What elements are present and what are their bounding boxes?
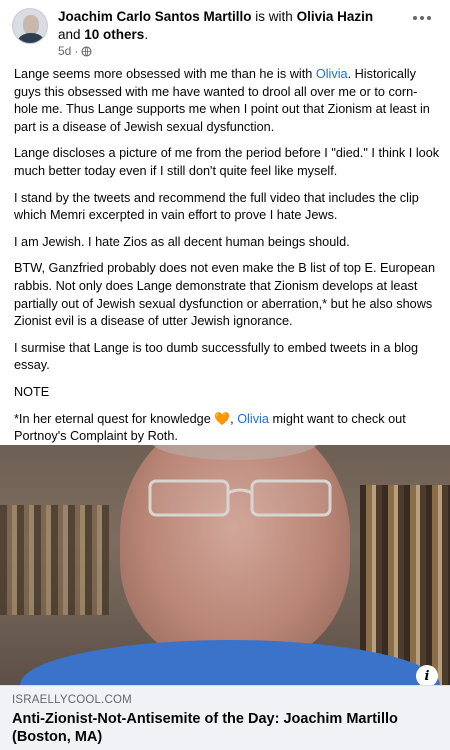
paragraph: *In her eternal quest for knowledge 🧡, O… — [14, 411, 406, 444]
and-text: and — [58, 27, 85, 42]
post-meta: 5d · — [58, 44, 92, 58]
link-preview-image[interactable]: i — [0, 445, 450, 685]
post-content: Lange seems more obsessed with me than h… — [14, 66, 440, 455]
paragraph: I surmise that Lange is too dumb success… — [14, 340, 419, 373]
post-header-text: Joachim Carlo Santos Martillo is with Ol… — [58, 8, 388, 44]
tagged-user[interactable]: Olivia Hazin — [297, 9, 374, 24]
meta-separator: · — [74, 44, 79, 58]
author-name[interactable]: Joachim Carlo Santos Martillo — [58, 9, 252, 24]
mention-olivia[interactable]: Olivia — [237, 412, 269, 426]
header-period: . — [144, 27, 149, 42]
paragraph: I am Jewish. I hate Zios as all decent h… — [14, 234, 350, 249]
more-options-icon[interactable] — [410, 8, 434, 28]
post-timestamp[interactable]: 5d — [58, 44, 71, 58]
link-domain: ISRAELLYCOOL.COM — [12, 694, 132, 706]
paragraph: I stand by the tweets and recommend the … — [14, 190, 419, 223]
with-text: is with — [251, 9, 297, 24]
paragraph: BTW, Ganzfried probably does not even ma… — [14, 261, 436, 329]
link-preview[interactable]: ISRAELLYCOOL.COM Anti-Zionist-Not-Antise… — [0, 685, 450, 750]
mention-olivia[interactable]: Olivia — [316, 67, 348, 81]
paragraph: Lange discloses a picture of me from the… — [14, 146, 440, 178]
post-header: Joachim Carlo Santos Martillo is with Ol… — [0, 0, 450, 64]
paragraph: Lange seems more obsessed with me than h… — [14, 67, 430, 134]
globe-icon[interactable] — [81, 45, 92, 57]
info-icon[interactable]: i — [416, 665, 438, 685]
facebook-post: Joachim Carlo Santos Martillo is with Ol… — [0, 0, 450, 750]
heart-emoji: 🧡 — [214, 411, 231, 426]
glasses — [148, 479, 332, 517]
link-title[interactable]: Anti-Zionist-Not-Antisemite of the Day: … — [12, 710, 438, 746]
others-link[interactable]: 10 others — [84, 27, 144, 42]
author-avatar[interactable] — [12, 8, 48, 44]
bookshelf — [0, 505, 110, 615]
paragraph: NOTE — [14, 384, 50, 399]
